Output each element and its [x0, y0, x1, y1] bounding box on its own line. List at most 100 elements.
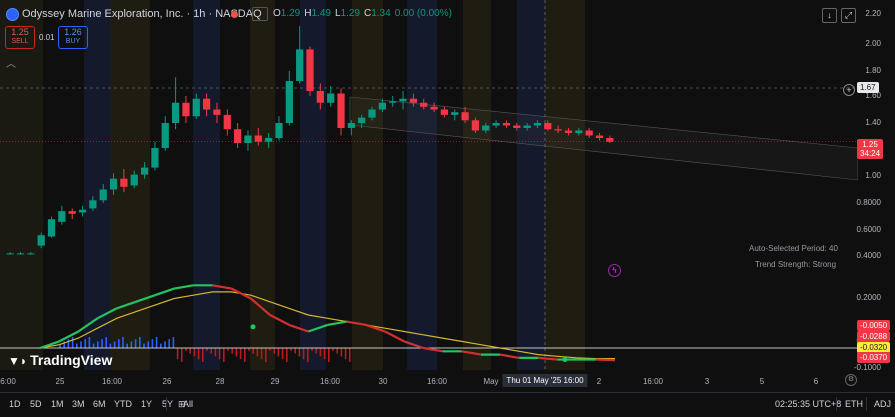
time-axis[interactable]: 6:002516:0026282916:003016:00May16:00216… [0, 370, 858, 392]
sell-label: SELL [11, 38, 29, 45]
candle-body [275, 123, 283, 138]
candle-body [461, 112, 469, 121]
time-tick: 26 [162, 377, 172, 386]
symbol-title[interactable]: Odyssey Marine Exploration, Inc. · 1h · … [22, 8, 262, 20]
price-tick: 0.2000 [856, 293, 881, 302]
ohlc-value-1: 1.49 [311, 8, 331, 19]
candle-body [16, 253, 25, 255]
time-tick: 28 [215, 377, 225, 386]
buy-button[interactable]: 1.26 BUY [58, 26, 88, 49]
last-price-value: 1.25 [862, 140, 878, 149]
candle-body [378, 102, 386, 110]
price-tick: 0.8000 [856, 198, 881, 207]
fullscreen-icon[interactable]: ⤢ [841, 8, 856, 23]
tradingview-logo[interactable]: ▼◗ TradingView [8, 352, 112, 368]
ohlc-value-3: 1.34 [371, 8, 391, 19]
range-button-1m[interactable]: 1M [51, 399, 64, 409]
candle-body [161, 123, 169, 148]
candle-body [595, 135, 604, 138]
candle-body [327, 93, 335, 103]
time-tick: 3 [704, 377, 710, 386]
time-tick: 25 [55, 377, 65, 386]
candle-body [575, 130, 583, 133]
candle-body [151, 148, 159, 168]
candle-body [440, 109, 449, 115]
candle-body [544, 123, 552, 130]
candle-body [502, 123, 511, 126]
range-button-ytd[interactable]: YTD [114, 399, 132, 409]
candle-body [58, 211, 66, 222]
range-button-6m[interactable]: 6M [93, 399, 106, 409]
time-tick: 6 [813, 377, 819, 386]
session-band [463, 0, 491, 370]
candle-body [585, 130, 593, 136]
sell-price: 1.25 [11, 27, 29, 37]
price-axis[interactable]: 2.202.001.801.601.401.201.000.80000.6000… [854, 0, 895, 372]
price-tick: 1.40 [865, 118, 881, 127]
momentum-line [173, 284, 194, 290]
time-tick: 16:00 [319, 377, 341, 386]
ohlc-key-0: O [273, 8, 281, 19]
candle-body [389, 101, 397, 103]
candle-body [564, 130, 573, 133]
clock-time[interactable]: 02:25:35 UTC+8 [775, 399, 841, 409]
time-tick: 16:00 [426, 377, 448, 386]
range-button-1y[interactable]: 1Y [141, 399, 152, 409]
hide-legend-icon[interactable] [252, 7, 268, 21]
candle-body [89, 200, 97, 209]
candle-body [554, 129, 562, 131]
price-chart[interactable] [0, 0, 858, 370]
candle-body [606, 138, 614, 142]
candle-body [171, 102, 180, 123]
auto-period-label: Auto-Selected Period: 40 [749, 244, 838, 253]
range-button-1d[interactable]: 1D [9, 399, 21, 409]
goto-date-icon[interactable]: ⊞ [178, 399, 186, 410]
candle-body [130, 174, 138, 186]
candle-body [482, 125, 490, 131]
ohlc-value-0: 1.29 [280, 8, 301, 19]
time-tick: 30 [378, 377, 388, 386]
time-tick: 16:00 [101, 377, 123, 386]
adjust-toggle[interactable]: ADJ [874, 399, 891, 409]
momentum-line [327, 320, 347, 326]
candle-body [192, 98, 200, 117]
candle-body [140, 167, 149, 175]
download-icon[interactable]: ↓ [822, 8, 837, 23]
price-tick: 1.80 [865, 66, 881, 75]
candle-body [37, 235, 45, 246]
candle-body [409, 98, 418, 103]
collapse-legend-icon[interactable]: ︿ [6, 55, 16, 70]
indicator-value-label: -0.0370 [857, 352, 891, 363]
range-button-5d[interactable]: 5D [30, 399, 42, 409]
bottom-toolbar: 1D 5D 1M 3M 6M YTD 1Y 5Y All ⊞ 02:25:35 UTC+8 ET… [0, 392, 895, 417]
range-button-3m[interactable]: 3M [72, 399, 85, 409]
candle-body [492, 123, 500, 126]
price-tick: 1.00 [865, 171, 881, 180]
sell-button[interactable]: 1.25 SELL [5, 26, 35, 49]
lightning-icon[interactable]: ϟ [608, 264, 621, 277]
session-band [407, 0, 437, 370]
settings-gear-icon[interactable]: ⚙ [845, 374, 857, 386]
candle-body [306, 49, 314, 91]
crossover-dot [250, 324, 256, 330]
time-tick: 6:00 [0, 377, 16, 386]
candle-body [513, 125, 521, 128]
ohlc-value-4: 0.00 (0.00%) [394, 8, 452, 19]
time-tick: 2 [596, 377, 602, 386]
price-tick: 0.6000 [856, 225, 881, 234]
range-button-5y[interactable]: 5Y [162, 399, 173, 409]
ohlc-value-2: 1.29 [340, 8, 360, 19]
session-band [517, 0, 545, 370]
session-toggle[interactable]: ETH [845, 399, 863, 409]
candle-body [78, 209, 87, 213]
candle-body [213, 109, 221, 115]
momentum-line [231, 287, 252, 300]
momentum-line [384, 330, 405, 343]
candle-body [368, 109, 376, 118]
trend-strength-label: Trend Strength: Strong [755, 260, 837, 269]
candle-body [285, 81, 293, 123]
candle-body [471, 120, 480, 131]
candle-body [6, 253, 14, 255]
candle-body [27, 253, 35, 255]
add-alert-icon[interactable]: + [843, 84, 855, 96]
